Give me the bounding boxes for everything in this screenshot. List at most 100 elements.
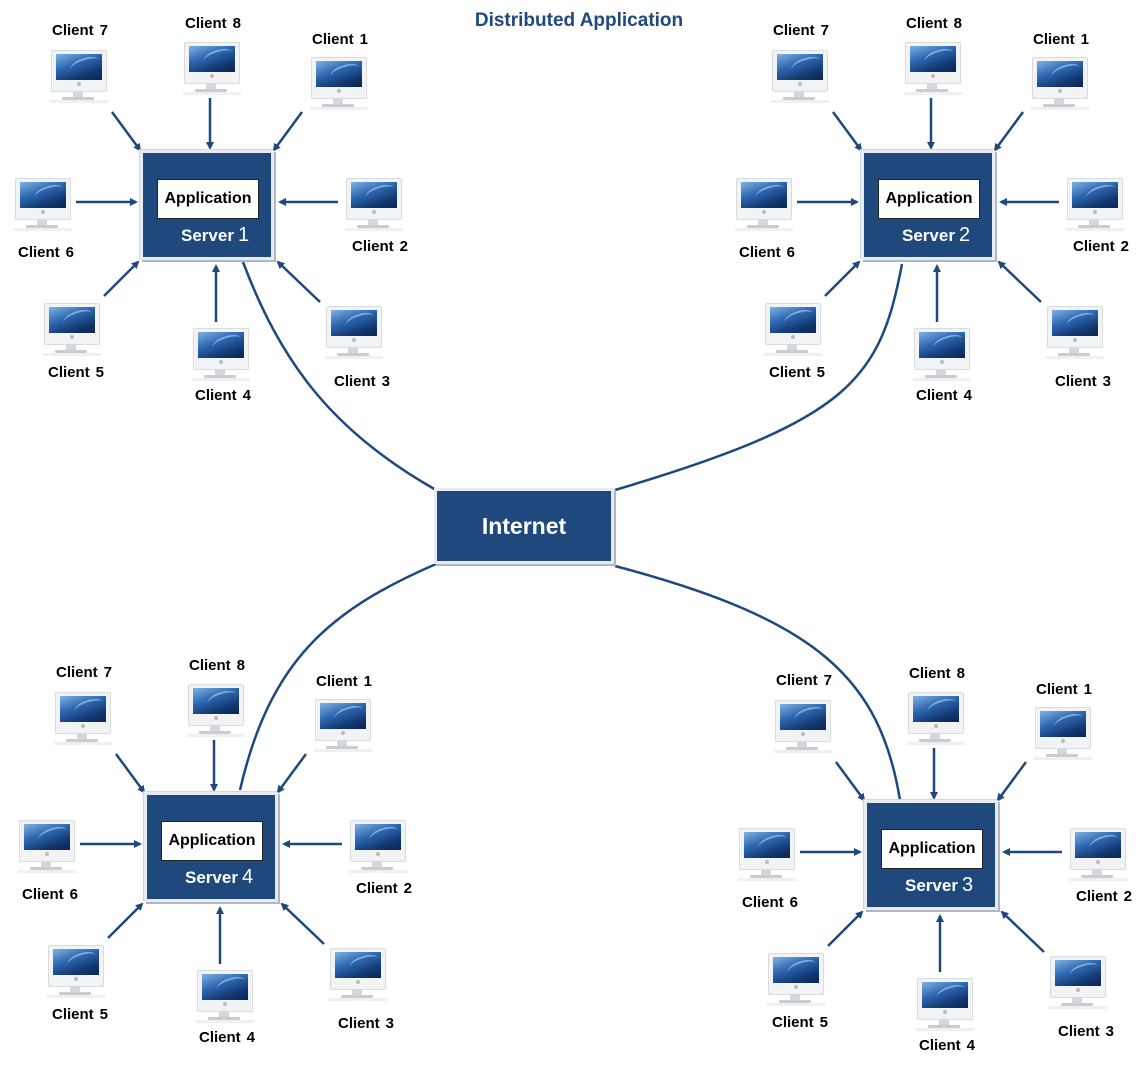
- client-label-text: Client: [22, 886, 64, 903]
- client-label: Client 6: [742, 894, 798, 911]
- server-label: Server 4: [185, 866, 253, 889]
- client-number: 5: [819, 1014, 829, 1031]
- client-number: 5: [95, 364, 105, 381]
- client-label: Client 1: [1033, 31, 1089, 48]
- client-number: 6: [69, 886, 79, 903]
- client-label-text: Client: [316, 673, 358, 690]
- server-name: Server: [185, 868, 238, 887]
- client-label: Client 3: [1055, 373, 1111, 390]
- server-label: Server 1: [181, 224, 249, 247]
- client-label-text: Client: [52, 1006, 94, 1023]
- client-computer-icon: [43, 303, 101, 357]
- client-label: Client 1: [1036, 681, 1092, 698]
- client-computer-icon: [314, 699, 372, 753]
- application-box: Application: [878, 179, 980, 219]
- client-label: Client 4: [919, 1037, 975, 1054]
- client-computer-icon: [14, 178, 72, 232]
- client-computer-icon: [183, 42, 241, 96]
- application-label: Application: [885, 190, 973, 207]
- application-label: Application: [168, 832, 256, 849]
- client-label: Client 5: [48, 364, 104, 381]
- client-label-text: Client: [1073, 238, 1115, 255]
- client-label: Client 4: [916, 387, 972, 404]
- client-number: 7: [823, 672, 833, 689]
- client-to-server-arrow: [276, 260, 321, 303]
- client-label: Client 7: [776, 672, 832, 689]
- client-label: Client 6: [18, 244, 74, 261]
- client-computer-icon: [1046, 306, 1104, 360]
- client-to-server-arrow: [114, 753, 146, 794]
- client-label: Client 3: [334, 373, 390, 390]
- client-label: Client 2: [1073, 238, 1129, 255]
- client-label: Client 8: [906, 15, 962, 32]
- client-computer-icon: [192, 328, 250, 382]
- client-to-server-arrow: [834, 761, 866, 802]
- client-number: 3: [385, 1015, 395, 1032]
- client-computer-icon: [325, 306, 383, 360]
- server-number: 2: [958, 224, 971, 246]
- internet-node: Internet: [434, 488, 614, 564]
- client-label: Client 1: [312, 31, 368, 48]
- client-number: 3: [1105, 1023, 1115, 1040]
- client-label-text: Client: [909, 665, 951, 682]
- client-computer-icon: [904, 42, 962, 96]
- client-computer-icon: [1069, 828, 1127, 882]
- client-to-server-arrow: [110, 111, 142, 152]
- client-label: Client 2: [1076, 888, 1132, 905]
- client-label-text: Client: [18, 244, 60, 261]
- client-computer-icon: [196, 970, 254, 1024]
- client-label-text: Client: [916, 387, 958, 404]
- client-label: Client 3: [338, 1015, 394, 1032]
- client-number: 2: [403, 880, 413, 897]
- client-label-text: Client: [312, 31, 354, 48]
- client-to-server-arrow: [103, 260, 140, 297]
- client-to-server-arrow: [272, 111, 304, 152]
- client-computer-icon: [916, 978, 974, 1032]
- client-number: 3: [1102, 373, 1112, 390]
- client-number: 7: [820, 22, 830, 39]
- client-number: 8: [956, 665, 966, 682]
- client-label-text: Client: [189, 657, 231, 674]
- client-label: Client 2: [352, 238, 408, 255]
- client-number: 2: [1123, 888, 1133, 905]
- client-label: Client 5: [772, 1014, 828, 1031]
- client-number: 4: [242, 387, 252, 404]
- client-computer-icon: [310, 57, 368, 111]
- client-to-server-arrow: [280, 902, 325, 945]
- server-number: 1: [237, 224, 250, 246]
- client-computer-icon: [329, 948, 387, 1002]
- client-number: 7: [103, 664, 113, 681]
- server-name: Server: [181, 226, 234, 245]
- client-label-text: Client: [1076, 888, 1118, 905]
- client-label: Client 7: [52, 22, 108, 39]
- client-label-text: Client: [52, 22, 94, 39]
- client-label-text: Client: [48, 364, 90, 381]
- client-label: Client 8: [189, 657, 245, 674]
- client-number: 2: [1120, 238, 1130, 255]
- client-to-server-arrow: [1000, 910, 1045, 953]
- internet-link-server-3: [614, 564, 902, 801]
- client-label: Client 1: [316, 673, 372, 690]
- client-label: Client 7: [56, 664, 112, 681]
- server-number: 4: [241, 866, 254, 888]
- client-number: 5: [816, 364, 826, 381]
- client-number: 8: [953, 15, 963, 32]
- server-1-node: Application Server 1: [140, 150, 274, 260]
- client-to-server-arrow: [993, 111, 1025, 152]
- server-3-node: Application Server 3: [864, 800, 998, 910]
- client-label-text: Client: [919, 1037, 961, 1054]
- server-number: 3: [961, 874, 974, 896]
- client-computer-icon: [767, 953, 825, 1007]
- server-label: Server 3: [905, 874, 973, 897]
- client-label-text: Client: [1036, 681, 1078, 698]
- client-to-server-arrow: [824, 260, 861, 297]
- server-name: Server: [905, 876, 958, 895]
- client-computer-icon: [913, 328, 971, 382]
- client-number: 7: [99, 22, 109, 39]
- client-label-text: Client: [199, 1029, 241, 1046]
- client-label: Client 6: [22, 886, 78, 903]
- client-label-text: Client: [906, 15, 948, 32]
- client-label-text: Client: [356, 880, 398, 897]
- client-label-text: Client: [1033, 31, 1075, 48]
- client-computer-icon: [50, 50, 108, 104]
